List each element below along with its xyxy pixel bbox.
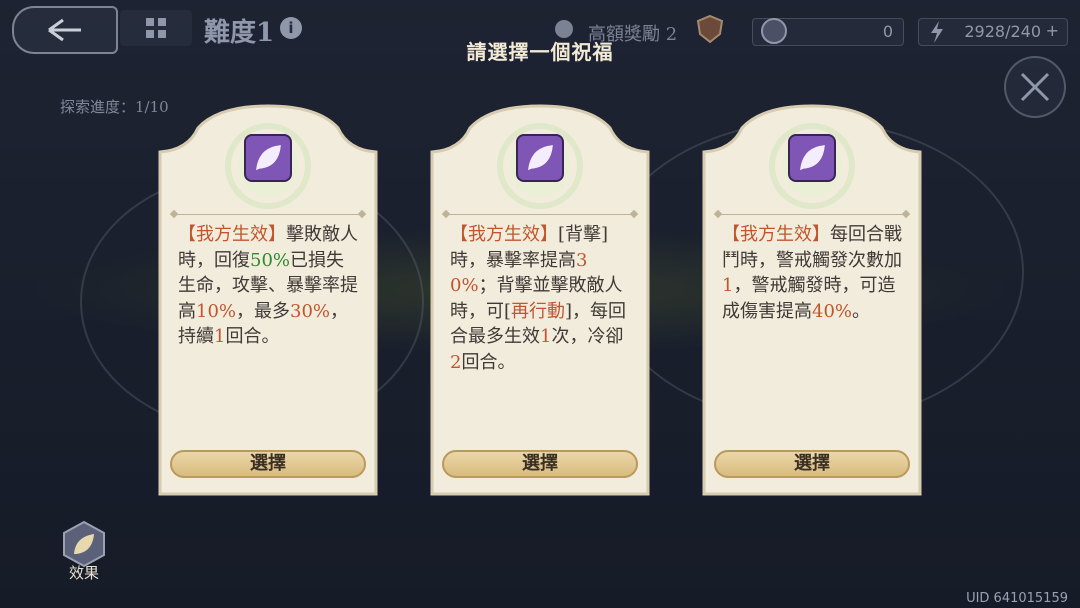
exploration-progress: 探索進度：1/10	[60, 96, 169, 117]
blessing-card[interactable]: 【我方生效】[背擊]時，暴擊率提高30%；背擊並擊敗敵人時，可[再行動]，每回合…	[430, 104, 650, 496]
card-description: 【我方生效】[背擊]時，暴擊率提高30%；背擊並擊敗敵人時，可[再行動]，每回合…	[450, 224, 627, 373]
battle-button[interactable]	[1004, 56, 1066, 118]
leaf-icon	[516, 134, 564, 182]
crossed-swords-icon	[1020, 72, 1050, 102]
leaf-icon	[788, 134, 836, 182]
card-description: 【我方生效】每回合戰鬥時，警戒觸發次數加1，警戒觸發時，可造成傷害提高40%。	[722, 224, 902, 322]
blessing-card[interactable]: 【我方生效】每回合戰鬥時，警戒觸發次數加1，警戒觸發時，可造成傷害提高40%。 …	[702, 104, 922, 496]
card-description: 【我方生效】擊敗敵人時，回復50%已損失生命，攻擊、暴擊率提高10%，最多30%…	[178, 224, 358, 347]
select-button[interactable]: 選擇	[170, 450, 366, 478]
effect-label: 效果	[68, 564, 99, 582]
select-button[interactable]: 選擇	[442, 450, 638, 478]
card-divider	[174, 214, 362, 215]
uid-label: UID 641015159	[966, 591, 1068, 606]
blessing-card[interactable]: 【我方生效】擊敗敵人時，回復50%已損失生命，攻擊、暴擊率提高10%，最多30%…	[158, 104, 378, 496]
leaf-icon	[244, 134, 292, 182]
dialog-heading: 請選擇一個祝福	[466, 40, 614, 64]
card-divider	[718, 214, 906, 215]
progress-label: 探索進度：	[60, 98, 136, 116]
card-divider	[446, 214, 634, 215]
select-button[interactable]: 選擇	[714, 450, 910, 478]
effect-button[interactable]	[60, 520, 108, 568]
